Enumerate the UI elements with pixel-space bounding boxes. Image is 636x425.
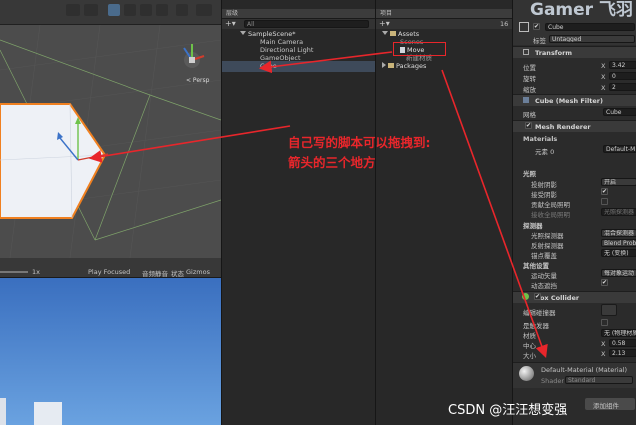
watermark-bottom: CSDN @汪汪想变强 — [448, 403, 568, 418]
arrow-to-scene — [88, 125, 291, 163]
annotation-arrows — [88, 51, 548, 359]
annotation-line-1: 自己写的脚本可以拖拽到: — [288, 135, 431, 150]
annotation-line-2: 箭头的三个地方 — [288, 155, 376, 170]
arrow-to-inspector — [441, 69, 548, 359]
arrow-to-hierarchy — [258, 51, 393, 74]
